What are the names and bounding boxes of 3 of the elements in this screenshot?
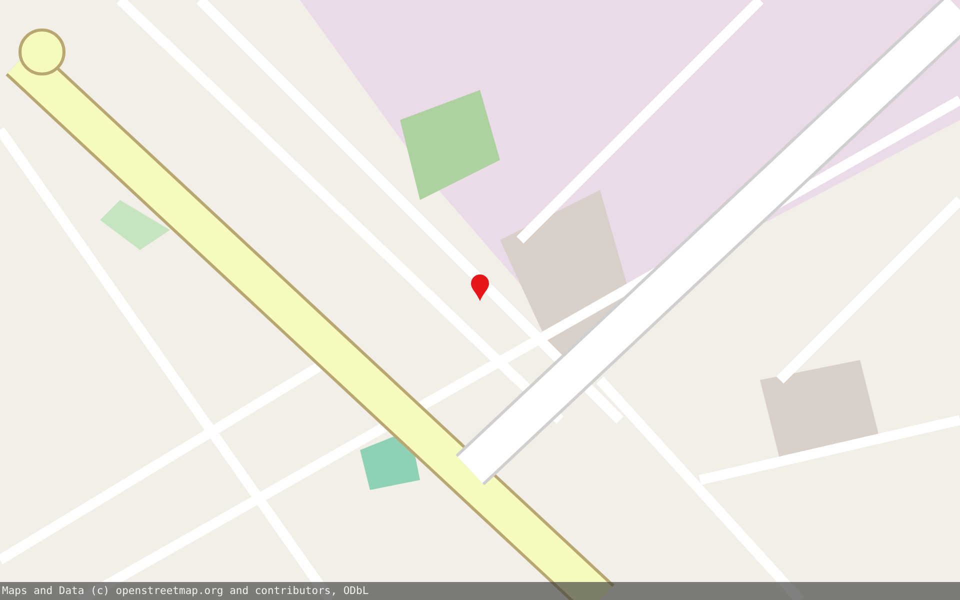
street-map-drawing[interactable] <box>0 0 960 600</box>
location-pin-icon[interactable] <box>470 274 490 302</box>
attribution-text: Maps and Data (c) openstreetmap.org and contributors, ODbL <box>2 585 369 597</box>
